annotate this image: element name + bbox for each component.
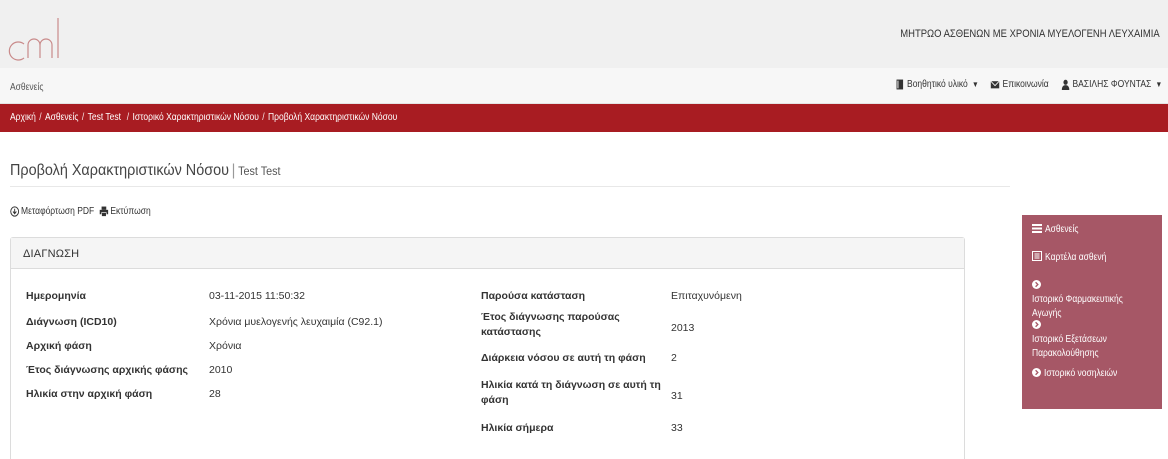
page-title: Προβολή Χαρακτηριστικών Νόσου | Test Test [10, 162, 281, 180]
action-bar: Μεταφόρτωση PDF Εκτύπωση [10, 206, 151, 217]
help-menu-label: Βοηθητικό υλικό [906, 79, 968, 90]
side-item-patient-card[interactable]: Καρτέλα ασθενή [1032, 251, 1157, 265]
print-button[interactable]: Εκτύπωση [99, 206, 151, 217]
chevron-down-icon: ▼ [971, 80, 979, 89]
arrow-circle-icon [1032, 368, 1041, 377]
breadcrumb-bar: Αρχική / Ασθενείς / Test Test / Ιστορικό… [0, 104, 1168, 132]
nav-right-menu: Βοηθητικό υλικό ▼ Επικοινωνία ΒΑΣΙΛΗΣ ΦΟ… [895, 79, 1162, 90]
arrow-circle-icon [1032, 280, 1041, 289]
envelope-icon [990, 80, 1000, 89]
page-title-text: Προβολή Χαρακτηριστικών Νόσου [10, 162, 229, 179]
side-item-medication-history[interactable]: Ιστορικό Φαρμακευτικής Αγωγής [1032, 279, 1157, 321]
side-item-label: Ιστορικό νοσηλειών [1043, 368, 1118, 379]
side-item-label: Ιστορικό Εξετάσεων Παρακολούθησης [1032, 334, 1107, 359]
field-label: Ηλικία σήμερα [481, 422, 554, 434]
registry-title: ΜΗΤΡΩΟ ΑΣΘΕΝΩΝ ΜΕ ΧΡΟΝΙΑ ΜΥΕΛΟΓΕΝΗ ΛΕΥΧΑ… [900, 28, 1160, 40]
print-label: Εκτύπωση [110, 206, 151, 217]
title-divider-line [10, 186, 1010, 187]
field-value: 03-11-2015 11:50:32 [209, 290, 305, 302]
book-icon [896, 79, 903, 90]
side-menu: Ασθενείς Καρτέλα ασθενή Ιστορικό Φαρμακε… [1022, 215, 1162, 409]
field-value: 2013 [671, 322, 695, 334]
card-icon [1032, 251, 1042, 261]
user-name: ΒΑΣΙΛΗΣ ΦΟΥΝΤΑΣ [1072, 79, 1152, 90]
panel-heading: ΔΙΑΓΝΩΣΗ [11, 238, 964, 269]
breadcrumb-separator: / [39, 112, 42, 123]
field-value: 33 [671, 422, 683, 434]
side-item-label: Ασθενείς [1044, 224, 1079, 235]
field-value: Χρόνια [209, 340, 242, 352]
breadcrumb-separator: / [124, 112, 130, 123]
nav-patients-link[interactable]: Ασθενείς [10, 82, 43, 93]
field-label: Διάγνωση (ICD10) [26, 316, 117, 328]
contact-link[interactable]: Επικοινωνία [990, 79, 1048, 90]
field-value: 28 [209, 388, 221, 400]
field-label: Έτος διάγνωσης παρούσας κατάστασης [481, 311, 620, 338]
breadcrumb-current: Προβολή Χαρακτηριστικών Νόσου [268, 112, 398, 123]
field-label: Ηλικία κατά τη διάγνωση σε αυτή τη φάση [481, 379, 661, 406]
chevron-down-icon: ▼ [1155, 80, 1162, 89]
side-item-label: Καρτέλα ασθενή [1044, 252, 1107, 263]
contact-label: Επικοινωνία [1002, 79, 1049, 90]
breadcrumb-separator: / [262, 112, 265, 123]
title-divider: | [231, 162, 236, 179]
help-menu[interactable]: Βοηθητικό υλικό ▼ [895, 79, 979, 90]
breadcrumb-patients[interactable]: Ασθενείς [45, 112, 78, 123]
download-pdf-button[interactable]: Μεταφόρτωση PDF [10, 206, 94, 217]
field-value: Επιταχυνόμενη [671, 290, 742, 302]
field-value: 31 [671, 390, 683, 402]
field-label: Αρχική φάση [26, 340, 92, 352]
field-label: Παρούσα κατάσταση [481, 290, 586, 302]
arrow-circle-icon [1032, 320, 1041, 329]
logo[interactable] [8, 14, 68, 64]
field-label: Έτος διάγνωσης αρχικής φάσης [26, 364, 188, 376]
field-value: Χρόνια μυελογενής λευχαιμία (C92.1) [209, 316, 383, 328]
field-label: Ηλικία στην αρχική φάση [26, 388, 153, 400]
breadcrumb-patient[interactable]: Test Test [88, 112, 121, 123]
breadcrumb-separator: / [81, 112, 85, 123]
breadcrumb-home[interactable]: Αρχική [10, 112, 36, 123]
page-subtitle: Test Test [238, 164, 281, 178]
header: ΜΗΤΡΩΟ ΑΣΘΕΝΩΝ ΜΕ ΧΡΟΝΙΑ ΜΥΕΛΟΓΕΝΗ ΛΕΥΧΑ… [0, 0, 1168, 68]
download-pdf-label: Μεταφόρτωση PDF [21, 206, 95, 217]
field-label: Ημερομηνία [26, 290, 86, 302]
breadcrumb-history[interactable]: Ιστορικό Χαρακτηριστικών Νόσου [133, 112, 259, 123]
side-item-label: Ιστορικό Φαρμακευτικής Αγωγής [1032, 294, 1123, 319]
breadcrumb: Αρχική / Ασθενείς / Test Test / Ιστορικό… [10, 112, 397, 123]
side-item-tests-history[interactable]: Ιστορικό Εξετάσεων Παρακολούθησης [1032, 319, 1157, 361]
download-circle-icon [10, 206, 20, 217]
side-item-hospitalizations[interactable]: Ιστορικό νοσηλειών [1032, 367, 1157, 381]
print-icon [99, 206, 109, 217]
list-icon [1032, 224, 1042, 233]
field-value: 2010 [209, 364, 233, 376]
field-value: 2 [671, 352, 677, 364]
diagnosis-panel: ΔΙΑΓΝΩΣΗ Ημερομηνία 03-11-2015 11:50:32 … [10, 237, 965, 459]
side-item-patients[interactable]: Ασθενείς [1032, 223, 1157, 237]
user-icon [1061, 79, 1069, 90]
field-label: Διάρκεια νόσου σε αυτή τη φάση [481, 352, 646, 364]
navbar: Ασθενείς Βοηθητικό υλικό ▼ Επικοινωνία Β… [0, 68, 1168, 104]
user-menu[interactable]: ΒΑΣΙΛΗΣ ΦΟΥΝΤΑΣ ▼ [1060, 79, 1162, 90]
